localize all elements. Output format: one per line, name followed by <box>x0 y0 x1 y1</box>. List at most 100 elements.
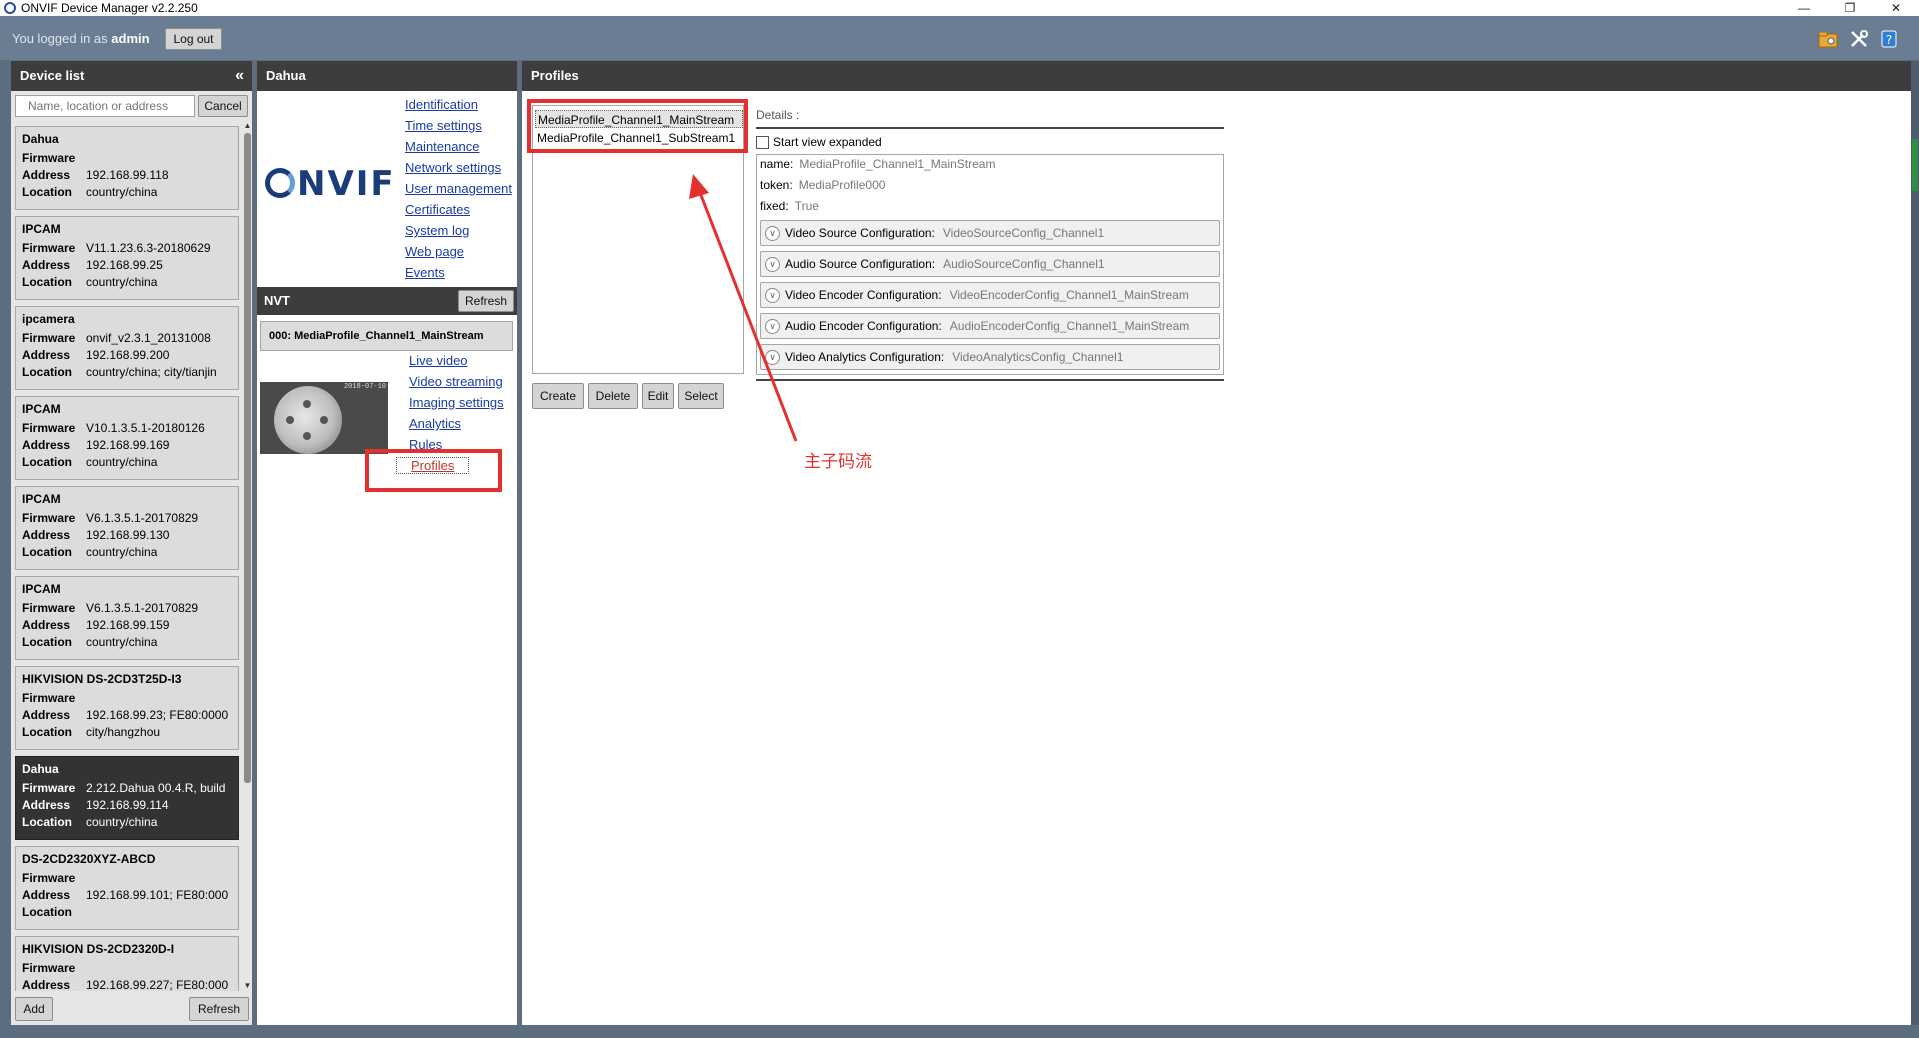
audio-encoder-config[interactable]: ∨ Audio Encoder Configuration: AudioEncode… <box>760 313 1220 339</box>
certificates-link[interactable]: Certificates <box>405 202 470 217</box>
close-button[interactable]: ✕ <box>1873 0 1919 16</box>
device-name: IPCAM <box>22 582 61 596</box>
device-name: HIKVISION DS-2CD2320D-I <box>22 942 175 956</box>
settings-folder-icon[interactable] <box>1817 28 1839 50</box>
thumbnail-timestamp: 2018-07-10 <box>343 383 386 391</box>
network-settings-link[interactable]: Network settings <box>405 160 501 175</box>
video-thumbnail[interactable]: 2018-07-10 <box>260 382 388 454</box>
select-profile-button[interactable]: Select <box>678 383 724 409</box>
video-streaming-link[interactable]: Video streaming <box>409 374 503 389</box>
restore-button[interactable]: ❐ <box>1827 0 1873 16</box>
device-name: ipcamera <box>22 312 75 326</box>
device-card[interactable]: IPCAM Firmware V10.1.3.5.1-20180126 Address… <box>15 396 239 480</box>
profiles-header: Profiles <box>522 61 1911 91</box>
device-card[interactable]: Dahua Firmware Address 192.168.99.118 Locati… <box>15 126 239 210</box>
device-location: Location country/china <box>22 185 158 199</box>
device-card[interactable]: IPCAM Firmware V11.1.23.6.3-20180629 Addres… <box>15 216 239 300</box>
imaging-settings-link[interactable]: Imaging settings <box>409 395 504 410</box>
login-prefix: You logged in as <box>12 31 108 46</box>
search-cancel-button[interactable]: Cancel <box>198 95 248 117</box>
chevron-down-icon[interactable]: ∨ <box>765 319 780 334</box>
chevron-down-icon[interactable]: ∨ <box>765 226 780 241</box>
selected-profile-item[interactable]: 000: MediaProfile_Channel1_MainStream <box>260 321 513 351</box>
profiles-panel: Profiles MediaProfile_Channel1_MainStrea… <box>522 61 1911 1025</box>
device-location: Location <box>22 905 72 919</box>
delete-profile-button[interactable]: Delete <box>588 383 638 409</box>
device-address: Address 192.168.99.159 <box>22 618 170 632</box>
device-firmware: Firmware V6.1.3.5.1-20170829 <box>22 601 199 615</box>
system-log-link[interactable]: System log <box>405 223 469 238</box>
edit-profile-button[interactable]: Edit <box>642 383 674 409</box>
svg-text:?: ? <box>1886 33 1892 47</box>
device-name: IPCAM <box>22 402 61 416</box>
maintenance-link[interactable]: Maintenance <box>405 139 479 154</box>
tools-icon[interactable] <box>1848 28 1870 50</box>
device-address: Address 192.168.99.23; FE80:0000 <box>22 708 229 722</box>
details-label: Details : <box>756 108 800 122</box>
device-address: Address 192.168.99.118 <box>22 168 169 182</box>
details-box: name: MediaProfile_Channel1_MainStream to… <box>756 154 1224 375</box>
profiles-title: Profiles <box>531 68 579 83</box>
video-source-config[interactable]: ∨ Video Source Configuration: VideoSourceC… <box>760 220 1220 246</box>
chevron-down-icon[interactable]: ∨ <box>765 257 780 272</box>
live-video-link[interactable]: Live video <box>409 353 468 368</box>
device-location: Location country/china <box>22 815 158 829</box>
details-divider <box>756 127 1224 129</box>
top-bar: You logged in as admin Log out ? <box>0 16 1919 60</box>
device-address: Address 192.168.99.114 <box>22 798 169 812</box>
login-status: You logged in as admin <box>12 31 150 46</box>
device-card[interactable]: IPCAM Firmware V6.1.3.5.1-20170829 Address 1… <box>15 486 239 570</box>
detail-fixed: fixed: True <box>760 199 819 213</box>
analytics-link[interactable]: Analytics <box>409 416 461 431</box>
start-expanded-label: Start view expanded <box>773 135 882 149</box>
device-card[interactable]: HIKVISION DS-2CD3T25D-I3 Firmware Address 1… <box>15 666 239 750</box>
identification-link[interactable]: Identification <box>405 97 478 112</box>
device-list-scrollbar[interactable]: ▲ ▼ <box>243 121 252 991</box>
device-detail-panel: Dahua NVIF NVT Refresh 000: MediaProfile… <box>257 61 517 1025</box>
device-list: Dahua Firmware Address 192.168.99.118 Locati… <box>11 121 244 1038</box>
onvif-logo-text: NVIF <box>297 164 396 204</box>
device-firmware: Firmware <box>22 961 76 975</box>
device-card[interactable]: IPCAM Firmware V6.1.3.5.1-20170829 Address 1… <box>15 576 239 660</box>
device-location: Location country/china <box>22 545 158 559</box>
scrollbar-thumb[interactable] <box>244 133 251 783</box>
video-analytics-config[interactable]: ∨ Video Analytics Configuration: VideoAnal… <box>760 344 1220 370</box>
scroll-up-icon[interactable]: ▲ <box>243 121 252 130</box>
device-list-title: Device list <box>20 68 85 83</box>
chevron-down-icon[interactable]: ∨ <box>765 288 780 303</box>
nvt-title: NVT <box>264 293 290 308</box>
device-firmware: Firmware V11.1.23.6.3-20180629 <box>22 241 211 255</box>
add-device-button[interactable]: Add <box>15 997 53 1021</box>
device-name: IPCAM <box>22 222 61 236</box>
create-profile-button[interactable]: Create <box>532 383 584 409</box>
refresh-devices-button[interactable]: Refresh <box>189 997 249 1021</box>
user-management-link[interactable]: User management <box>405 181 512 196</box>
logout-button[interactable]: Log out <box>165 28 222 50</box>
web-page-link[interactable]: Web page <box>405 244 464 259</box>
onvif-logo: NVIF <box>265 164 396 204</box>
annotation-label: 主子码流 <box>804 452 872 472</box>
video-encoder-config[interactable]: ∨ Video Encoder Configuration: VideoEncode… <box>760 282 1220 308</box>
scroll-down-icon[interactable]: ▼ <box>243 981 252 990</box>
device-name: Dahua <box>22 762 59 776</box>
device-firmware: Firmware <box>22 691 76 705</box>
device-location: Location country/china <box>22 635 158 649</box>
chevron-down-icon[interactable]: ∨ <box>765 350 780 365</box>
minimize-button[interactable]: — <box>1781 0 1827 16</box>
audio-source-config[interactable]: ∨ Audio Source Configuration: AudioSourceC… <box>760 251 1220 277</box>
device-list-panel: Device list « Cancel Dahua Firmware Addres… <box>11 61 252 1025</box>
events-link[interactable]: Events <box>405 265 445 280</box>
device-card[interactable]: ipcamera Firmware onvif_v2.3.1_20131008 Add… <box>15 306 239 390</box>
time-settings-link[interactable]: Time settings <box>405 118 482 133</box>
device-card[interactable]: DS-2CD2320XYZ-ABCD Firmware Address 192.168… <box>15 846 239 930</box>
help-icon[interactable]: ? <box>1878 28 1900 50</box>
detail-name: name: MediaProfile_Channel1_MainStream <box>760 157 996 171</box>
device-card[interactable]: Dahua Firmware 2.212.Dahua 00.4.R, build Ad… <box>15 756 239 840</box>
device-firmware: Firmware V6.1.3.5.1-20170829 <box>22 511 199 525</box>
collapse-icon[interactable]: « <box>235 61 244 91</box>
start-expanded-checkbox[interactable] <box>756 135 769 149</box>
nvt-refresh-button[interactable]: Refresh <box>458 290 514 312</box>
device-location: Location city/hangzhou <box>22 725 161 739</box>
start-expanded-option[interactable]: Start view expanded <box>756 135 882 149</box>
device-search-input[interactable] <box>15 95 195 117</box>
